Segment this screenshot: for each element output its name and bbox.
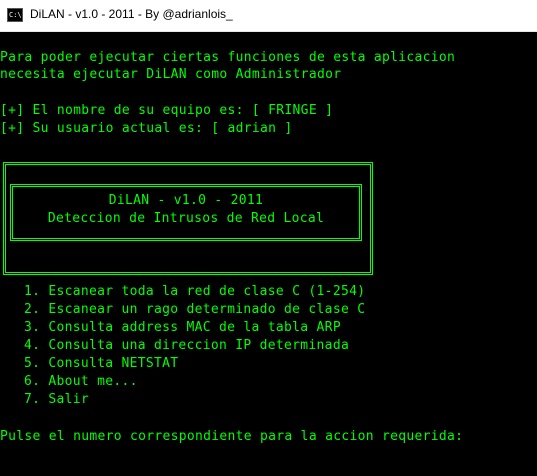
admin-notice-line-2: necesita ejecutar DiLAN como Administrad…: [0, 67, 342, 82]
menu-item-4: 4. Consulta una direccion IP determinada: [24, 338, 350, 353]
menu-item-5: 5. Consulta NETSTAT: [24, 356, 179, 371]
menu-item-1: 1. Escanear toda la red de clase C (1-25…: [24, 284, 366, 299]
console-output[interactable]: Para poder ejecutar ciertas funciones de…: [0, 32, 537, 476]
input-prompt[interactable]: Pulse el numero correspondiente para la …: [0, 428, 463, 445]
admin-notice-line-1: Para poder ejecutar ciertas funciones de…: [0, 50, 456, 65]
console-window: C:\ DiLAN - v1.0 - 2011 - By @adrianlois…: [0, 0, 537, 476]
window-title: DiLAN - v1.0 - 2011 - By @adrianlois_: [30, 7, 233, 21]
title-bar[interactable]: C:\ DiLAN - v1.0 - 2011 - By @adrianlois…: [0, 0, 537, 32]
console-icon: C:\: [7, 8, 23, 22]
current-user-line: [+] Su usuario actual es: [ adrian ]: [0, 121, 293, 136]
menu-item-3: 3. Consulta address MAC de la tabla ARP: [24, 320, 341, 335]
menu-item-2: 2. Escanear un rago determinado de clase…: [24, 302, 366, 317]
banner-title: DiLAN - v1.0 - 2011: [108, 193, 264, 208]
menu-item-7: 7. Salir: [24, 392, 90, 407]
banner-subtitle: Deteccion de Intrusos de Red Local: [47, 211, 325, 226]
menu-item-6: 6. About me...: [24, 374, 138, 389]
host-name-line: [+] El nombre de su equipo es: [ FRINGE …: [0, 103, 334, 118]
